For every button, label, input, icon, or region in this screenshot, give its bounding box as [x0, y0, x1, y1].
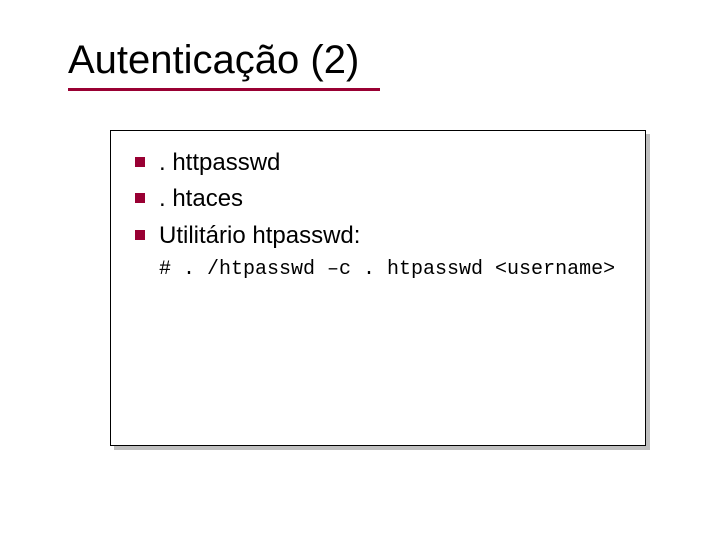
content-box: . httpasswd . htaces Utilitário htpasswd…	[110, 130, 646, 446]
list-item-label: . httpasswd	[159, 147, 280, 179]
title-block: Autenticação (2)	[68, 38, 628, 91]
list-item-label: . htaces	[159, 183, 243, 215]
list-item: . htaces	[135, 183, 629, 215]
title-underline	[68, 88, 380, 91]
square-bullet-icon	[135, 230, 145, 240]
square-bullet-icon	[135, 193, 145, 203]
list-item: Utilitário htpasswd:	[135, 220, 629, 252]
list-item-label: Utilitário htpasswd:	[159, 220, 360, 252]
slide: Autenticação (2) . httpasswd . htaces Ut…	[0, 0, 720, 540]
page-title: Autenticação (2)	[68, 38, 628, 82]
code-line: # . /htpasswd –c . htpasswd <username>	[159, 258, 629, 281]
square-bullet-icon	[135, 157, 145, 167]
list-item: . httpasswd	[135, 147, 629, 179]
